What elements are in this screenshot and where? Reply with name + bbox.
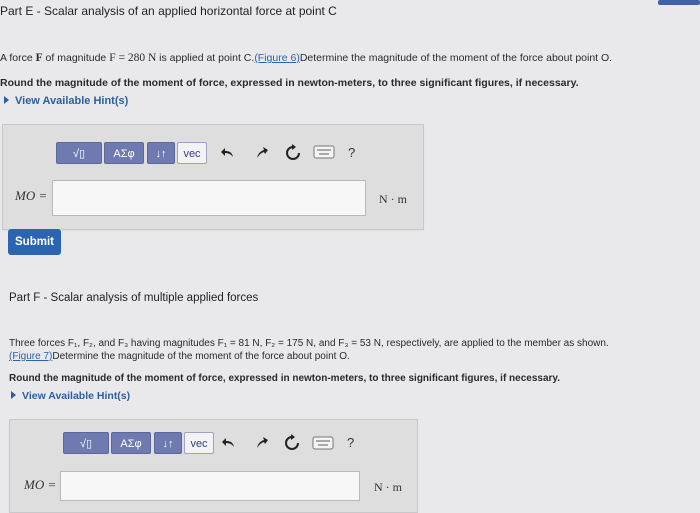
part-f-problem-line1: Three forces F₁, F₂, and F₃ having magni… [9, 338, 609, 349]
corner-badge [658, 0, 700, 5]
part-e-answer-panel: √▯ ΑΣφ ↓↑ vec ? MO = N · m [2, 124, 424, 230]
greek-letters-button[interactable]: ΑΣφ [111, 432, 151, 454]
keyboard-icon[interactable] [312, 436, 334, 450]
reset-icon[interactable] [283, 434, 301, 452]
part-f-title: Part F - Scalar analysis of multiple app… [9, 292, 259, 304]
force-magnitude: F = 280 N [109, 52, 157, 64]
part-e-answer-label: MO = [15, 188, 48, 203]
redo-icon[interactable] [253, 144, 271, 162]
part-f-unit-label: N · m [374, 480, 402, 494]
hint-triangle-icon [4, 96, 9, 104]
keyboard-icon[interactable] [313, 145, 335, 159]
help-icon[interactable]: ? [347, 435, 354, 450]
templates-button[interactable]: √▯ [63, 432, 109, 454]
arrows-button[interactable]: ↓↑ [154, 432, 182, 454]
greek-letters-button[interactable]: ΑΣφ [104, 142, 144, 164]
part-f-hint-toggle[interactable]: View Available Hint(s) [11, 390, 130, 402]
part-f-answer-label: MO = [24, 477, 57, 492]
part-e-unit-label: N · m [379, 192, 407, 206]
part-e-problem: A force F of magnitude F = 280 N is appl… [0, 52, 613, 64]
figure-7-link[interactable]: (Figure 7) [9, 351, 52, 362]
help-icon[interactable]: ? [348, 145, 355, 160]
part-e-round-instruction: Round the magnitude of the moment of for… [0, 77, 579, 89]
submit-button[interactable]: Submit [8, 229, 61, 255]
part-e-hint-toggle[interactable]: View Available Hint(s) [4, 95, 128, 107]
undo-icon[interactable] [219, 144, 237, 162]
arrows-button[interactable]: ↓↑ [147, 142, 175, 164]
figure-6-link[interactable]: (Figure 6) [254, 52, 300, 64]
part-f-answer-input[interactable] [60, 471, 360, 501]
part-f-problem-line2: (Figure 7)Determine the magnitude of the… [9, 351, 350, 362]
redo-icon[interactable] [253, 434, 271, 452]
part-e-title: Part E - Scalar analysis of an applied h… [0, 4, 337, 18]
undo-icon[interactable] [220, 434, 238, 452]
hint-triangle-icon [11, 391, 16, 399]
vec-button[interactable]: vec [184, 432, 214, 454]
reset-icon[interactable] [284, 144, 302, 162]
templates-button[interactable]: √▯ [56, 142, 102, 164]
part-f-answer-panel: √▯ ΑΣφ ↓↑ vec ? MO = N · m [9, 419, 418, 513]
part-e-answer-input[interactable] [52, 180, 366, 216]
vec-button[interactable]: vec [177, 142, 207, 164]
part-f-round-instruction: Round the magnitude of the moment of for… [9, 373, 561, 384]
